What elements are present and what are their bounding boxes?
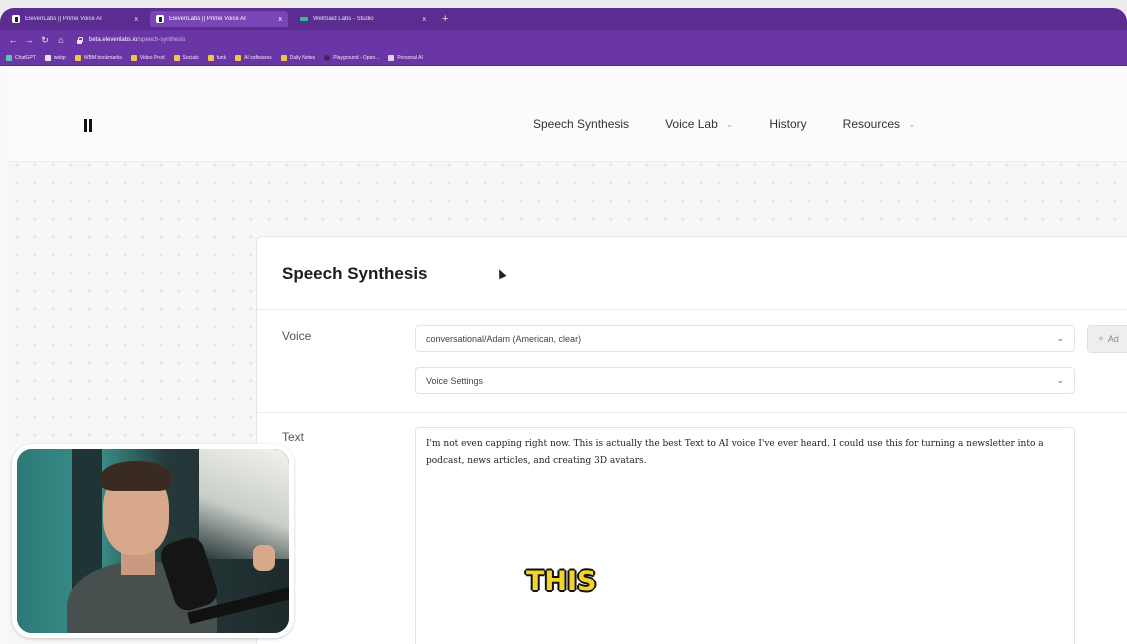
- screen-frame: ElevenLabs || Prime Voice AI x ElevenLab…: [0, 8, 1127, 644]
- tab-close-icon[interactable]: x: [135, 16, 139, 23]
- bookmark-wbm[interactable]: WBM bookmarks: [74, 54, 122, 61]
- url-host: beta.elevenlabs.io: [89, 37, 138, 43]
- voice-label: Voice: [282, 329, 312, 343]
- nav-label: Speech Synthesis: [533, 117, 630, 131]
- nav-label: Resources: [842, 117, 901, 131]
- bookmark-label: AI softwares: [244, 54, 272, 61]
- text-label: Text: [282, 430, 305, 444]
- divider: [257, 412, 1127, 413]
- webcam-door: [72, 449, 102, 589]
- url-path: /speech-synthesis: [137, 37, 186, 43]
- reload-icon[interactable]: ↻: [38, 35, 52, 46]
- video-caption: THIS: [525, 565, 598, 598]
- bookmark-daily-notes[interactable]: Daily Notes: [280, 54, 316, 61]
- folder-icon: [173, 54, 180, 61]
- mouse-cursor-icon: [495, 267, 507, 280]
- speech-synthesis-card: Speech Synthesis Voice conversational/Ad…: [256, 236, 1127, 644]
- folder-icon: [280, 54, 287, 61]
- nav-voice-lab[interactable]: Voice Lab ⌄: [665, 117, 733, 131]
- personal-ai-icon: [388, 54, 395, 61]
- bookmark-label: ChatGPT: [15, 54, 36, 61]
- tab-title: ElevenLabs || Prime Voice AI: [25, 16, 102, 22]
- chevron-down-icon: ⌄: [725, 118, 734, 129]
- bookmark-playground[interactable]: Playground - Open...: [324, 54, 380, 61]
- webcam-overlay: [12, 444, 294, 638]
- bookmark-label: Playground - Open...: [333, 54, 380, 61]
- tab-close-icon[interactable]: x: [279, 16, 283, 23]
- back-arrow-icon[interactable]: ←: [6, 35, 20, 45]
- bookmark-label: funk: [216, 54, 227, 61]
- bookmark-chatgpt[interactable]: ChatGPT: [6, 54, 36, 61]
- bookmark-ai-softwares[interactable]: AI softwares: [235, 54, 272, 61]
- bookmark-label: Personal AI: [397, 54, 423, 61]
- voice-select-value: conversational/Adam (American, clear): [426, 333, 582, 344]
- browser-tab-bar: ElevenLabs || Prime Voice AI x ElevenLab…: [0, 8, 1127, 30]
- elevenlabs-logo-icon[interactable]: [84, 119, 92, 132]
- bookmark-label: webp: [53, 54, 66, 61]
- bookmark-label: Video Prod: [139, 54, 165, 61]
- add-voice-label: Ad: [1107, 334, 1119, 344]
- main-nav: Speech Synthesis Voice Lab ⌄ History Reso…: [533, 117, 952, 131]
- bookmark-webp[interactable]: webp: [44, 54, 66, 61]
- bookmarks-bar: ChatGPT webp WBM bookmarks Video Prod So…: [0, 50, 1127, 66]
- folder-icon: [235, 54, 242, 61]
- bookmark-label: Daily Notes: [289, 54, 316, 61]
- voice-select[interactable]: conversational/Adam (American, clear) ⌄: [415, 325, 1075, 352]
- bookmark-socials[interactable]: Socials: [173, 54, 199, 61]
- openai-icon: [324, 54, 331, 61]
- bookmark-label: Socials: [182, 54, 199, 61]
- nav-speech-synthesis[interactable]: Speech Synthesis: [533, 117, 629, 131]
- chevron-down-icon: ⌄: [908, 118, 916, 129]
- tab-title: ElevenLabs || Prime Voice AI: [169, 16, 246, 22]
- new-tab-button[interactable]: +: [442, 13, 448, 25]
- bookmark-personal-ai[interactable]: Personal AI: [388, 54, 423, 61]
- nav-label: Voice Lab: [665, 117, 718, 131]
- nav-label: History: [769, 117, 807, 131]
- presenter-hair: [101, 461, 171, 491]
- browser-tab-2[interactable]: ElevenLabs || Prime Voice AI x: [150, 11, 288, 27]
- add-voice-button[interactable]: + Ad: [1087, 325, 1127, 353]
- folder-icon: [74, 54, 81, 61]
- presenter-hand: [253, 545, 275, 571]
- lock-icon[interactable]: [76, 36, 83, 44]
- plus-icon: +: [1098, 333, 1104, 345]
- folder-icon: [130, 54, 137, 61]
- bookmark-label: WBM bookmarks: [83, 54, 122, 61]
- site-header: Speech Synthesis Voice Lab ⌄ History Reso…: [8, 66, 1127, 162]
- nav-history[interactable]: History: [769, 117, 806, 131]
- google-icon: [44, 54, 51, 61]
- forward-arrow-icon[interactable]: →: [22, 35, 36, 45]
- home-icon[interactable]: ⌂: [54, 35, 68, 45]
- elevenlabs-favicon-icon: [12, 15, 20, 23]
- folder-icon: [207, 54, 214, 61]
- wellsaid-favicon-icon: [300, 15, 308, 23]
- text-input[interactable]: I'm not even capping right now. This is …: [415, 427, 1075, 644]
- chevron-down-icon: ⌄: [1056, 333, 1064, 343]
- nav-resources[interactable]: Resources ⌄: [843, 117, 916, 131]
- chatgpt-icon: [6, 54, 12, 61]
- url-field[interactable]: beta.elevenlabs.io/speech-synthesis: [89, 37, 185, 43]
- browser-address-bar: ← → ↻ ⌂ beta.elevenlabs.io/speech-synthe…: [0, 30, 1127, 50]
- webcam-light: [199, 449, 289, 559]
- tab-close-icon[interactable]: x: [423, 16, 427, 23]
- bookmark-video-prod[interactable]: Video Prod: [130, 54, 165, 61]
- card-title: Speech Synthesis: [282, 264, 428, 283]
- bookmark-funk[interactable]: funk: [207, 54, 227, 61]
- voice-settings-select[interactable]: Voice Settings ⌄: [415, 367, 1075, 394]
- voice-settings-label: Voice Settings: [426, 375, 484, 386]
- tab-title: WellSaid Labs - Studio: [313, 16, 374, 22]
- chevron-down-icon: ⌄: [1056, 375, 1064, 385]
- browser-tab-3[interactable]: WellSaid Labs - Studio x: [294, 11, 432, 27]
- browser-tab-1[interactable]: ElevenLabs || Prime Voice AI x: [6, 11, 144, 27]
- divider: [257, 309, 1127, 310]
- elevenlabs-favicon-icon: [156, 15, 164, 23]
